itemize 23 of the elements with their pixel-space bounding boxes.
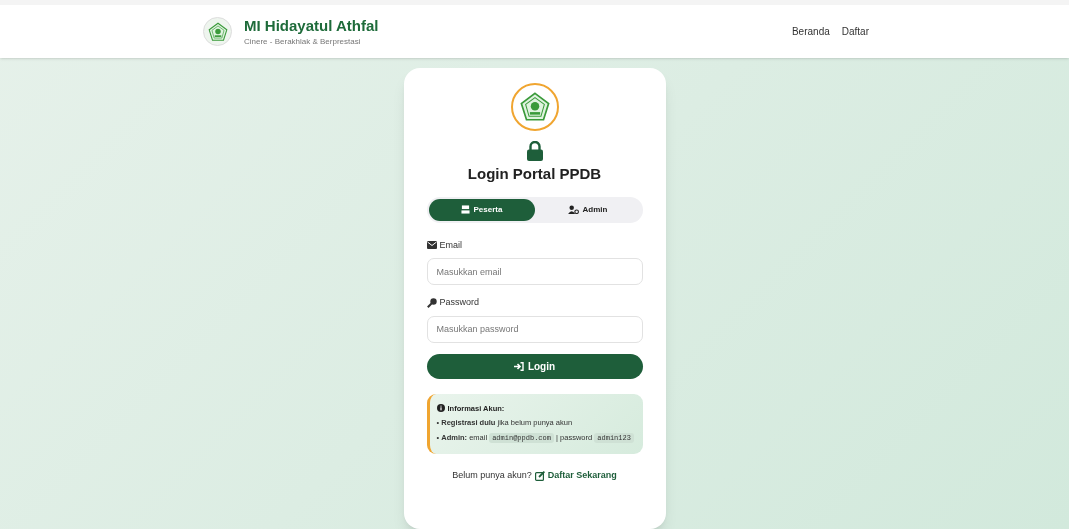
school-tagline: Cinere - Berakhlak & Berprestasi	[244, 35, 362, 48]
login-title: Login Portal PPDB	[467, 164, 602, 184]
field-label: Email	[439, 238, 462, 252]
school-name: MI Hidayatul Athfal	[244, 15, 379, 36]
input-field[interactable]: Masukkan email	[426, 258, 643, 285]
role-tab[interactable]: Peserta	[428, 198, 535, 221]
signup-link[interactable]: Daftar Sekarang	[534, 468, 617, 483]
student-icon	[460, 205, 470, 214]
login-button[interactable]: Login	[426, 353, 643, 379]
envelope-icon	[426, 241, 437, 250]
nav-link[interactable]: Daftar	[841, 24, 869, 39]
info-icon	[436, 404, 445, 413]
key-icon	[426, 297, 437, 308]
nav-link[interactable]: Beranda	[791, 24, 830, 39]
field-label: Password	[439, 296, 479, 309]
emblem-icon	[517, 90, 552, 124]
input-field[interactable]: Masukkan password	[426, 315, 643, 343]
user-gear-icon	[567, 205, 579, 214]
lock-icon	[526, 141, 543, 161]
role-tab[interactable]: Admin	[534, 198, 641, 221]
edit-icon	[534, 470, 545, 481]
signup-prompt: Belum punya akun?	[452, 468, 532, 482]
login-icon	[513, 361, 524, 371]
